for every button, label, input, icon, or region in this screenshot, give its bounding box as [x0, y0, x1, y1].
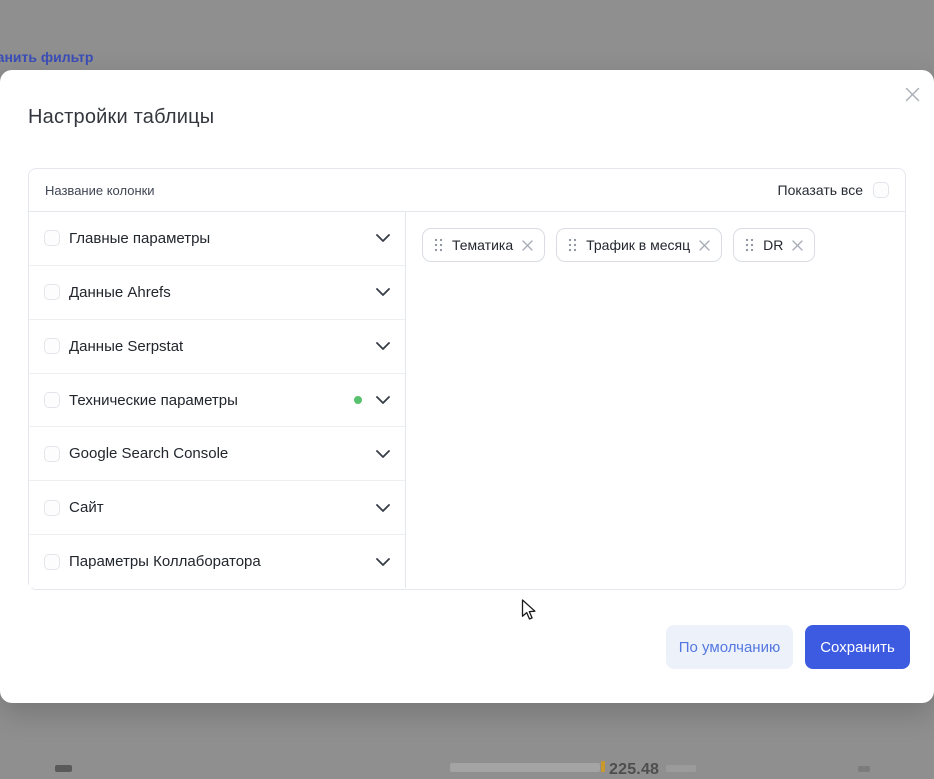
- close-icon[interactable]: [900, 82, 924, 106]
- group-label: Данные Ahrefs: [69, 284, 171, 301]
- chevron-down-icon[interactable]: [376, 288, 390, 296]
- modal-title: Настройки таблицы: [28, 106, 214, 129]
- chevron-down-icon[interactable]: [376, 450, 390, 458]
- save-filter-link[interactable]: Сохранить фильтр: [0, 49, 93, 65]
- background-artifact: [450, 763, 600, 772]
- column-groups-list: Главные параметры Данные Ahrefs: [29, 212, 406, 588]
- chip-tematika[interactable]: Тематика: [422, 228, 545, 262]
- group-row-site[interactable]: Сайт: [29, 481, 405, 535]
- show-all-control[interactable]: Показать все: [778, 182, 889, 198]
- selected-columns-area: Тематика Трафик: [406, 212, 905, 588]
- chip-label: Трафик в месяц: [586, 237, 690, 253]
- drag-handle-icon[interactable]: [745, 238, 754, 252]
- group-checkbox[interactable]: [44, 392, 60, 408]
- group-row-ahrefs[interactable]: Данные Ahrefs: [29, 266, 405, 320]
- show-all-label: Показать все: [778, 182, 863, 198]
- background-partial-value: 225.48: [609, 761, 659, 779]
- group-label: Параметры Коллаборатора: [69, 553, 261, 570]
- group-row-serpstat[interactable]: Данные Serpstat: [29, 320, 405, 374]
- group-label: Google Search Console: [69, 445, 228, 462]
- group-label: Сайт: [69, 499, 104, 516]
- show-all-checkbox[interactable]: [873, 182, 889, 198]
- background-artifact: [858, 766, 870, 772]
- chevron-down-icon[interactable]: [376, 396, 390, 404]
- group-checkbox[interactable]: [44, 284, 60, 300]
- group-row-technical-params[interactable]: Технические параметры: [29, 374, 405, 428]
- group-label: Данные Serpstat: [69, 338, 183, 355]
- chip-remove-icon[interactable]: [699, 240, 710, 251]
- background-artifact: [55, 765, 72, 772]
- group-label: Технические параметры: [69, 392, 238, 409]
- group-checkbox[interactable]: [44, 338, 60, 354]
- chip-remove-icon[interactable]: [522, 240, 533, 251]
- chip-traffic-per-month[interactable]: Трафик в месяц: [556, 228, 722, 262]
- close-x-glyph: [905, 87, 920, 102]
- default-button[interactable]: По умолчанию: [666, 625, 793, 669]
- group-row-main-params[interactable]: Главные параметры: [29, 212, 405, 266]
- group-checkbox[interactable]: [44, 554, 60, 570]
- group-row-google-search-console[interactable]: Google Search Console: [29, 427, 405, 481]
- chevron-down-icon[interactable]: [376, 234, 390, 242]
- drag-handle-icon[interactable]: [568, 238, 577, 252]
- chip-label: DR: [763, 237, 783, 253]
- group-checkbox[interactable]: [44, 446, 60, 462]
- chevron-down-icon[interactable]: [376, 342, 390, 350]
- background-artifact-orange-marker: [601, 761, 605, 772]
- group-checkbox[interactable]: [44, 500, 60, 516]
- active-indicator-dot: [354, 396, 362, 404]
- chevron-down-icon[interactable]: [376, 504, 390, 512]
- panel-header: Название колонки Показать все: [29, 169, 905, 212]
- table-settings-modal: Настройки таблицы Название колонки Показ…: [0, 70, 934, 703]
- chip-dr[interactable]: DR: [733, 228, 815, 262]
- group-checkbox[interactable]: [44, 230, 60, 246]
- chevron-down-icon[interactable]: [376, 558, 390, 566]
- columns-settings-panel: Название колонки Показать все Главные па…: [28, 168, 906, 590]
- background-artifact: [666, 765, 696, 772]
- chip-remove-icon[interactable]: [792, 240, 803, 251]
- group-label: Главные параметры: [69, 230, 210, 247]
- drag-handle-icon[interactable]: [434, 238, 443, 252]
- chip-label: Тематика: [452, 237, 513, 253]
- group-row-collaborator-params[interactable]: Параметры Коллаборатора: [29, 535, 405, 588]
- panel-body: Главные параметры Данные Ahrefs: [29, 212, 905, 588]
- save-button[interactable]: Сохранить: [805, 625, 910, 669]
- column-name-header: Название колонки: [45, 183, 155, 198]
- mouse-cursor: [521, 599, 539, 621]
